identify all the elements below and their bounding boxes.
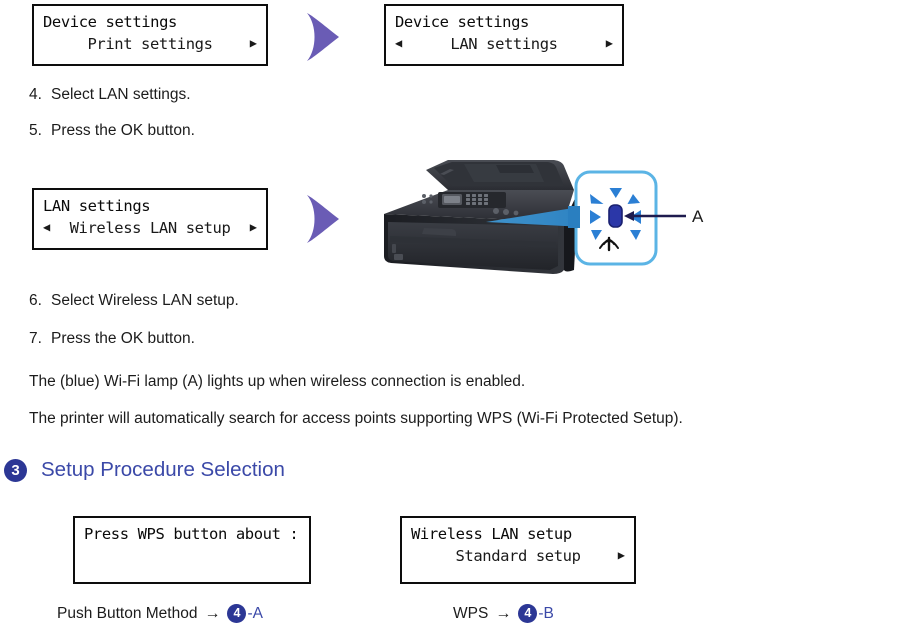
caption-suffix: -B: [538, 604, 554, 622]
step-number: 7.: [29, 330, 42, 347]
step-item-4: 4. Select LAN settings.: [29, 85, 191, 105]
section-heading: 3 Setup Procedure Selection: [4, 458, 285, 482]
lcd-left-caret-icon: ◀: [43, 220, 51, 234]
lcd-line-1: Wireless LAN setup: [411, 525, 572, 543]
lcd-lan-settings-wireless: LAN settings Wireless LAN setup ◀ ▶: [32, 188, 268, 250]
step-item-6: 6. Select Wireless LAN setup.: [29, 291, 239, 311]
step-text: Select LAN settings.: [51, 86, 191, 103]
lcd-line-2: Standard setup: [455, 547, 581, 565]
callout-label-a: A: [692, 207, 704, 226]
caption-label: WPS: [453, 604, 489, 622]
lcd-line-2: Print settings: [87, 35, 213, 53]
lcd-left-caret-icon: ◀: [395, 36, 403, 50]
step-item-5: 5. Press the OK button.: [29, 121, 195, 141]
printer-illustration: A: [384, 160, 704, 274]
step-text: Select Wireless LAN setup.: [51, 292, 239, 309]
lcd-line-1: Device settings: [395, 13, 529, 31]
caption-wps: WPS → 4 -B: [453, 604, 554, 623]
step-text: Press the OK button.: [51, 330, 195, 347]
step-text: Press the OK button.: [51, 122, 195, 139]
step-number: 6.: [29, 292, 42, 309]
right-arrow-icon: →: [204, 604, 221, 622]
lcd-line-2: Wireless LAN setup: [69, 219, 231, 237]
lcd-right-caret-icon: ▶: [617, 548, 625, 562]
wifi-lamp-indicator: [608, 204, 623, 228]
right-arrow-icon: →: [495, 604, 512, 622]
page-title: Setup Procedure Selection: [41, 458, 285, 481]
paragraph-wifi-lamp: The (blue) Wi-Fi lamp (A) lights up when…: [29, 373, 526, 390]
step-item-7: 7. Press the OK button.: [29, 329, 195, 349]
lcd-press-wps-button: Press WPS button about :: [73, 516, 311, 584]
caption-badge: 4: [518, 604, 538, 623]
lcd-line-1: LAN settings: [43, 197, 151, 215]
lcd-line-1: Device settings: [43, 13, 177, 31]
step-number: 5.: [29, 122, 42, 139]
lcd-device-settings-print: Device settings Print settings ▶: [32, 4, 268, 66]
lcd-right-caret-icon: ▶: [605, 36, 613, 50]
caption-badge: 4: [227, 604, 247, 623]
lcd-right-caret-icon: ▶: [249, 220, 257, 234]
caption-label: Push Button Method: [57, 604, 198, 622]
transition-arrow-icon: [307, 195, 339, 243]
lcd-wireless-lan-setup-standard: Wireless LAN setup Standard setup ▶: [400, 516, 636, 584]
lcd-right-caret-icon: ▶: [249, 36, 257, 50]
transition-arrow-icon: [307, 13, 339, 61]
wifi-lamp-callout: [568, 170, 658, 266]
lcd-line-1: Press WPS button about :: [84, 525, 299, 543]
caption-suffix: -A: [247, 604, 263, 622]
lcd-device-settings-lan: Device settings LAN settings ◀ ▶: [384, 4, 624, 66]
lcd-line-2: LAN settings: [450, 35, 558, 53]
paragraph-auto-search: The printer will automatically search fo…: [29, 410, 683, 427]
caption-push-button-method: Push Button Method → 4 -A: [57, 604, 263, 623]
step-number: 4.: [29, 86, 42, 103]
section-badge: 3: [4, 458, 27, 482]
manual-page: Device settings Print settings ▶ Device …: [0, 0, 907, 625]
